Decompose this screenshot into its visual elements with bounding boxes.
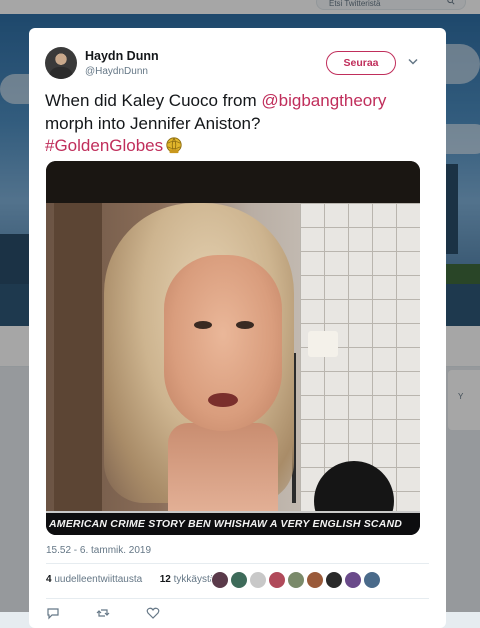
tweet-timestamp[interactable]: 15.52 - 6. tammik. 2019 <box>46 545 151 556</box>
tweet-photo[interactable]: AMERICAN CRIME STORY BEN WHISHAW A VERY … <box>46 161 420 535</box>
photo-news-ticker: AMERICAN CRIME STORY BEN WHISHAW A VERY … <box>46 513 420 535</box>
author-handle[interactable]: @HaydnDunn <box>85 66 148 77</box>
retweets-count[interactable]: 4 <box>46 574 52 585</box>
tweet-stats: 4 uudelleentwiittausta 12 tykkäystä <box>46 574 215 585</box>
hashtag-link[interactable]: #GoldenGlobes <box>45 136 163 155</box>
liker-avatar[interactable] <box>230 571 248 589</box>
retweets-label[interactable]: uudelleentwiittausta <box>54 574 142 585</box>
author-name[interactable]: Haydn Dunn <box>85 49 159 63</box>
liker-avatar[interactable] <box>325 571 343 589</box>
liker-avatar[interactable] <box>287 571 305 589</box>
tweet-modal: Haydn Dunn @HaydnDunn Seuraa When did Ka… <box>29 28 446 628</box>
tweet-text: When did Kaley Cuoco from @bigbangtheory… <box>45 90 430 158</box>
liker-avatar[interactable] <box>211 571 229 589</box>
liker-avatar[interactable] <box>363 571 381 589</box>
reply-icon[interactable] <box>46 606 60 620</box>
retweet-icon[interactable] <box>96 606 110 620</box>
avatar[interactable] <box>45 47 77 79</box>
liker-avatar[interactable] <box>249 571 267 589</box>
liker-avatar[interactable] <box>344 571 362 589</box>
chevron-down-icon[interactable] <box>408 58 418 66</box>
divider <box>46 598 429 599</box>
tweet-text-part: When did Kaley Cuoco from <box>45 91 262 110</box>
tweet-text-part: morph into Jennifer Aniston? <box>45 113 261 133</box>
mention-link[interactable]: @bigbangtheory <box>261 91 386 110</box>
golden-globe-emoji-icon <box>166 137 182 154</box>
divider <box>46 563 429 564</box>
tweet-actions <box>46 606 246 620</box>
likes-label[interactable]: tykkäystä <box>174 574 216 585</box>
liker-avatar[interactable] <box>306 571 324 589</box>
likes-count[interactable]: 12 <box>160 574 171 585</box>
follow-button[interactable]: Seuraa <box>326 51 396 75</box>
liker-avatar[interactable] <box>268 571 286 589</box>
heart-icon[interactable] <box>146 606 160 620</box>
